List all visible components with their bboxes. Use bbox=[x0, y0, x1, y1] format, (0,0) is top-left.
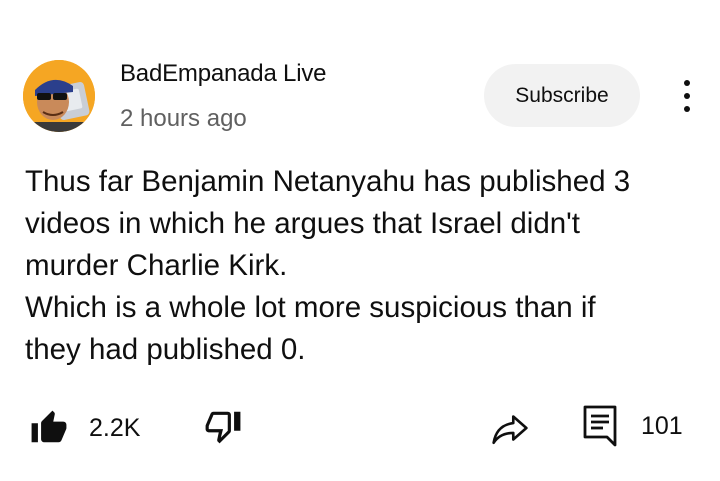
post-body-line: Which is a whole lot more suspicious tha… bbox=[25, 291, 596, 324]
post-body: Thus far Benjamin Netanyahu has publishe… bbox=[25, 161, 705, 371]
post-body-line: videos in which he argues that Israel di… bbox=[25, 207, 580, 240]
post-body-line: murder Charlie Kirk. bbox=[25, 249, 288, 282]
like-button[interactable]: 2.2K bbox=[30, 408, 140, 448]
subscribe-button[interactable]: Subscribe bbox=[484, 64, 640, 127]
comment-count: 101 bbox=[641, 411, 683, 440]
post-body-line: they had published 0. bbox=[25, 333, 306, 366]
share-icon bbox=[492, 415, 528, 445]
thumbs-up-icon bbox=[31, 410, 67, 443]
thumbs-down-icon bbox=[205, 411, 241, 444]
more-dot bbox=[684, 93, 690, 99]
post-body-line: Thus far Benjamin Netanyahu has publishe… bbox=[25, 165, 631, 198]
dislike-button[interactable] bbox=[204, 406, 242, 446]
more-options-icon[interactable] bbox=[672, 74, 702, 118]
post-timestamp: 2 hours ago bbox=[120, 105, 247, 132]
more-dot bbox=[684, 80, 690, 86]
like-count: 2.2K bbox=[89, 413, 141, 442]
comment-icon bbox=[583, 405, 617, 447]
share-button[interactable] bbox=[490, 408, 530, 448]
more-dot bbox=[684, 106, 690, 112]
avatar-illustration bbox=[23, 60, 95, 132]
channel-avatar[interactable] bbox=[23, 60, 95, 132]
comments-button[interactable]: 101 bbox=[583, 404, 683, 448]
channel-name[interactable]: BadEmpanada Live bbox=[120, 60, 326, 88]
community-post: BadEmpanada Live 2 hours ago Subscribe T… bbox=[0, 0, 720, 481]
